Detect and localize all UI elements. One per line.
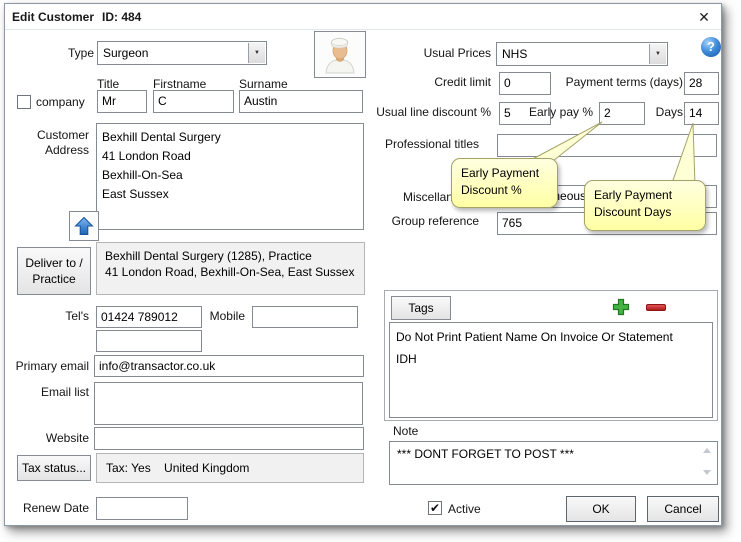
list-item[interactable]: Do Not Print Patient Name On Invoice Or …: [396, 326, 706, 348]
usual-prices-select[interactable]: NHS ▼: [496, 42, 668, 66]
tags-list[interactable]: Do Not Print Patient Name On Invoice Or …: [389, 322, 713, 418]
close-button[interactable]: ✕: [695, 8, 713, 26]
note-textarea[interactable]: *** DONT FORGET TO POST ***: [389, 441, 718, 485]
remove-tag-button[interactable]: [646, 304, 666, 311]
usual-prices-value: NHS: [502, 47, 527, 61]
website-label: Website: [7, 431, 89, 446]
company-checkbox[interactable]: [17, 95, 31, 109]
payment-terms-label: Payment terms (days): [555, 75, 683, 90]
surname-field[interactable]: Austin: [239, 90, 363, 113]
primary-email-label: Primary email: [7, 359, 89, 374]
cancel-button[interactable]: Cancel: [647, 496, 719, 522]
mobile-field[interactable]: [252, 306, 358, 328]
list-item[interactable]: IDH: [396, 348, 706, 370]
ok-button[interactable]: OK: [566, 496, 636, 522]
edit-customer-dialog: Edit Customer ID: 484 ✕ Type Surgeon ▼ T…: [4, 3, 722, 526]
email-list-label: Email list: [7, 385, 89, 400]
type-select[interactable]: Surgeon ▼: [97, 41, 267, 65]
help-icon: ?: [707, 39, 715, 54]
note-label: Note: [393, 424, 453, 439]
usual-prices-label: Usual Prices: [385, 46, 491, 61]
chevron-down-icon: ▼: [649, 44, 666, 64]
scroll-up-icon[interactable]: [703, 448, 711, 453]
active-checkbox[interactable]: ✔: [428, 501, 442, 515]
customer-address-label: Customer Address: [7, 128, 89, 158]
company-label: company: [36, 95, 92, 110]
deliver-to-practice-button[interactable]: Deliver to / Practice: [17, 247, 91, 295]
professional-titles-label: Professional titles: [365, 137, 479, 152]
firstname-field[interactable]: C: [153, 90, 234, 113]
tax-status-button[interactable]: Tax status...: [17, 455, 91, 481]
add-tag-button[interactable]: [612, 298, 630, 316]
mobile-label: Mobile: [205, 309, 245, 324]
renew-date-field[interactable]: [96, 497, 188, 520]
plus-icon: [612, 298, 630, 316]
tel-field[interactable]: 01424 789012: [96, 306, 202, 328]
website-field[interactable]: [94, 427, 364, 450]
move-address-up-button[interactable]: [69, 211, 99, 241]
close-icon: ✕: [698, 9, 710, 25]
tags-button[interactable]: Tags: [391, 296, 451, 320]
payment-terms-field[interactable]: 28: [684, 72, 719, 95]
dialog-title: Edit Customer: [12, 10, 94, 24]
customer-address-textarea[interactable]: Bexhill Dental Surgery 41 London Road Be…: [96, 123, 364, 230]
up-arrow-icon: [74, 216, 94, 236]
primary-email-field[interactable]: info@transactor.co.uk: [94, 355, 364, 377]
callout-early-pay-days: Early Payment Discount Days: [584, 180, 706, 231]
chevron-down-icon: ▼: [248, 43, 265, 63]
surgeon-avatar-icon: [319, 35, 361, 75]
scroll-down-icon[interactable]: [703, 470, 711, 475]
tax-status-panel: Tax: Yes United Kingdom: [96, 453, 364, 483]
customer-photo-button[interactable]: [314, 31, 366, 78]
credit-limit-field[interactable]: 0: [499, 72, 551, 95]
line-discount-label: Usual line discount %: [365, 105, 491, 120]
title-bar: Edit Customer ID: 484 ✕: [5, 4, 721, 30]
check-icon: ✔: [430, 501, 440, 515]
type-label: Type: [34, 46, 94, 61]
record-id: ID: 484: [102, 10, 141, 24]
active-label: Active: [448, 502, 498, 517]
deliver-address-panel: Bexhill Dental Surgery (1285), Practice …: [96, 242, 365, 295]
group-reference-label: Group reference: [365, 214, 479, 229]
tel2-field[interactable]: [96, 330, 202, 352]
tels-label: Tel's: [7, 309, 89, 324]
help-button[interactable]: ?: [701, 37, 721, 57]
screen: Edit Customer ID: 484 ✕ Type Surgeon ▼ T…: [0, 0, 741, 542]
type-value: Surgeon: [103, 46, 148, 60]
renew-date-label: Renew Date: [7, 501, 89, 516]
title-field[interactable]: Mr: [97, 90, 147, 113]
email-list-textarea[interactable]: [94, 382, 363, 425]
credit-limit-label: Credit limit: [385, 75, 491, 90]
callout-early-pay-percent: Early Payment Discount %: [451, 158, 558, 208]
